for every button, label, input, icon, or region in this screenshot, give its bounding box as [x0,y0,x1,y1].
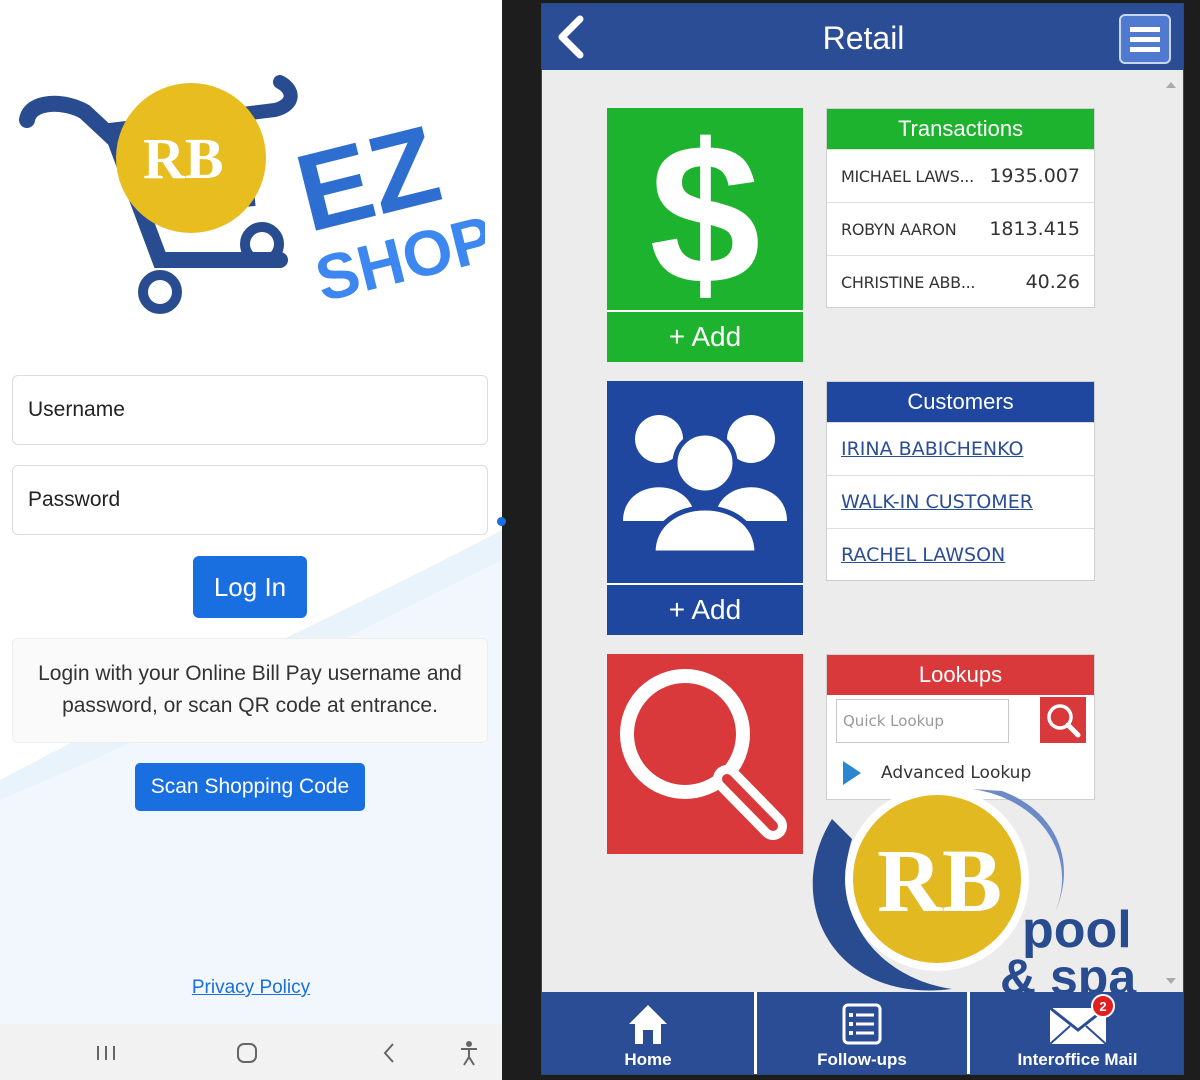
lookup-search-button[interactable] [1040,697,1086,743]
interoffice-mail-nav-button[interactable]: 2 Interoffice Mail [970,992,1183,1074]
quick-lookup-input[interactable]: Quick Lookup [836,699,1009,743]
android-nav-bar [0,1024,502,1080]
transaction-amount: 1813.415 [989,218,1080,240]
login-button[interactable]: Log In [193,556,307,618]
transaction-row[interactable]: ROBYN AARON 1813.415 [827,202,1094,255]
login-info-line1: Login with your Online Bill Pay username… [38,662,462,685]
home-nav-button[interactable]: Home [542,992,754,1074]
customers-tile[interactable]: + Add [607,381,803,635]
page-title: Retail [822,20,905,56]
transaction-name: MICHAEL LAWS... [841,166,974,186]
username-field[interactable]: Username [12,375,488,445]
customers-header: Customers [827,382,1094,422]
transactions-panel: Transactions MICHAEL LAWS... 1935.007 ROB… [826,108,1095,308]
scrollbar[interactable] [1162,74,1180,992]
customers-panel: Customers IRINA BABICHENKO WALK-IN CUSTO… [826,381,1095,581]
transaction-name: ROBYN AARON [841,219,957,239]
followups-label: Follow-ups [817,1050,907,1069]
dollar-icon: $ [649,108,760,308]
bottom-nav: Home Follow-ups 2 Interoffice Mail [542,992,1183,1074]
transaction-amount: 1935.007 [989,165,1080,187]
accessibility-icon[interactable] [449,1038,489,1068]
scan-shopping-code-button[interactable]: Scan Shopping Code [135,763,365,811]
retail-app: Retail $ + Add Transactions MICHAEL LAWS… [541,3,1184,1075]
customer-row[interactable]: IRINA BABICHENKO [827,422,1094,475]
followups-nav-button[interactable]: Follow-ups [757,992,967,1074]
mail-count-badge: 2 [1091,994,1115,1018]
customer-link[interactable]: IRINA BABICHENKO [841,438,1023,460]
transactions-header: Transactions [827,109,1094,149]
magnifier-icon [620,669,787,840]
search-icon [1047,704,1081,738]
home-icon[interactable] [227,1038,267,1068]
login-info: Login with your Online Bill Pay username… [12,638,488,743]
customer-row[interactable]: WALK-IN CUSTOMER [827,475,1094,528]
svg-text:$: $ [649,108,760,308]
customer-row[interactable]: RACHEL LAWSON [827,528,1094,581]
home-label: Home [624,1050,672,1069]
customer-link[interactable]: WALK-IN CUSTOMER [841,491,1033,513]
transaction-row[interactable]: CHRISTINE ABB... 40.26 [827,255,1094,308]
home-icon [629,1005,667,1044]
rb-pool-spa-logo: RB pool & spa [812,787,1137,999]
username-placeholder: Username [28,398,125,421]
back-icon[interactable] [369,1038,409,1068]
lookups-header: Lookups [827,655,1094,695]
password-field[interactable]: Password [12,465,488,535]
logo-rb-watermark: RB [877,832,1002,931]
customer-link[interactable]: RACHEL LAWSON [841,544,1005,566]
quick-lookup-placeholder: Quick Lookup [843,712,944,730]
recent-apps-icon[interactable] [86,1038,126,1068]
logo-rb-text: RB [143,126,224,191]
privacy-policy-link[interactable]: Privacy Policy [0,977,502,999]
hamburger-menu-icon[interactable] [1119,14,1171,64]
app-header: Retail [542,4,1183,70]
transactions-tile[interactable]: $ + Add [607,108,803,362]
add-transaction-button[interactable]: + Add [607,310,803,362]
transaction-amount: 40.26 [1025,271,1080,293]
lookup-tile[interactable] [607,654,803,854]
transaction-row[interactable]: MICHAEL LAWS... 1935.007 [827,149,1094,202]
ez-shop-logo: RB EZ SHOP [19,75,485,315]
interoffice-mail-label: Interoffice Mail [1017,1050,1138,1069]
password-placeholder: Password [28,488,121,511]
transaction-name: CHRISTINE ABB... [841,272,976,292]
people-icon [623,415,787,556]
checklist-icon [842,1003,882,1045]
add-customer-button[interactable]: + Add [607,583,803,635]
login-info-line2: password, or scan QR code at entrance. [62,694,438,717]
login-screen: RB EZ SHOP Username Password Log In Logi… [0,0,502,1080]
split-divider-handle[interactable] [497,517,506,526]
